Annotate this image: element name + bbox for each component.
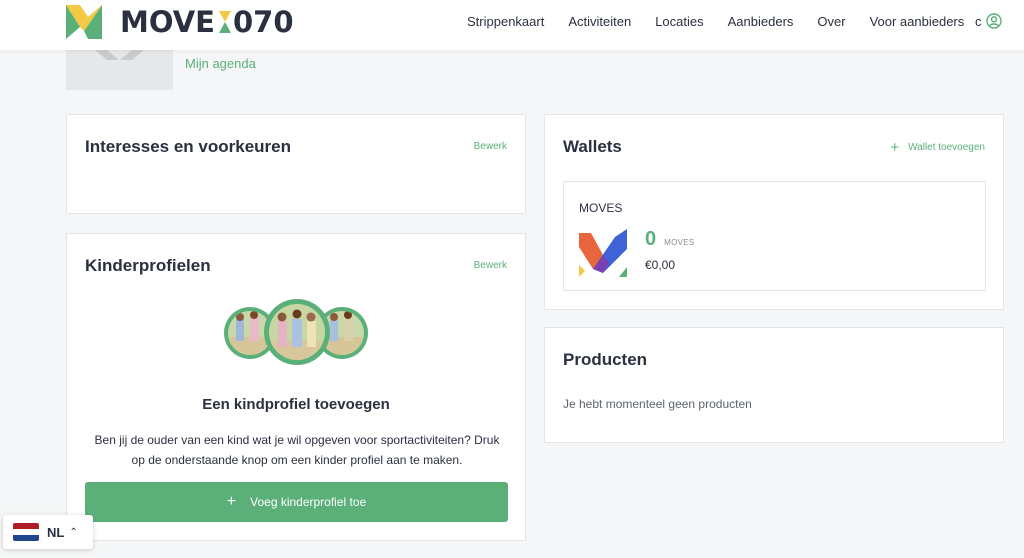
my-agenda-link[interactable]: Mijn agenda bbox=[185, 56, 256, 71]
interests-edit-link[interactable]: Bewerk bbox=[474, 141, 507, 152]
brand-logo[interactable]: MOVE 070 bbox=[66, 5, 294, 39]
user-initial: c bbox=[975, 13, 982, 29]
dutch-flag-icon bbox=[13, 523, 39, 541]
nav-item-aanbieders[interactable]: Aanbieders bbox=[728, 14, 794, 29]
language-switcher[interactable]: NL ⌃ bbox=[3, 515, 93, 549]
products-title: Producten bbox=[563, 350, 648, 369]
wallets-title: Wallets bbox=[563, 137, 622, 156]
wallet-balance: 0 MOVES bbox=[645, 228, 695, 251]
products-card: Producten Je hebt momenteel geen product… bbox=[544, 327, 1004, 443]
add-child-profile-heading: Een kindprofiel toevoegen bbox=[202, 396, 390, 413]
chevron-up-icon: ⌃ bbox=[69, 526, 78, 538]
children-edit-link[interactable]: Bewerk bbox=[474, 260, 507, 271]
add-child-profile-button[interactable]: + Voeg kinderprofiel toe bbox=[85, 482, 508, 522]
children-photo-illustration bbox=[224, 299, 368, 365]
user-circle-icon bbox=[985, 13, 1002, 29]
brand-name-right: 070 bbox=[233, 5, 294, 39]
flag-stripe-blue bbox=[13, 535, 39, 541]
wallet-item[interactable]: MOVES 0 MOVES €0,00 bbox=[563, 181, 986, 291]
children-title: Kinderprofielen bbox=[85, 256, 211, 275]
products-empty-message: Je hebt momenteel geen producten bbox=[563, 397, 752, 411]
wallet-name: MOVES bbox=[579, 201, 623, 215]
nav-item-strippenkaart[interactable]: Strippenkaart bbox=[467, 14, 544, 29]
main-nav: Strippenkaart Activiteiten Locaties Aanb… bbox=[467, 14, 988, 29]
plus-icon: + bbox=[226, 493, 237, 510]
avatar-logo-icon bbox=[95, 50, 144, 60]
wallet-balance-value: 0 bbox=[645, 228, 657, 250]
interests-card: Interesses en voorkeuren Bewerk bbox=[66, 114, 526, 214]
language-code: NL bbox=[47, 524, 65, 540]
wallet-euro-value: €0,00 bbox=[645, 258, 676, 272]
interests-title: Interesses en voorkeuren bbox=[85, 137, 291, 156]
add-wallet-link[interactable]: + Wallet toevoegen bbox=[890, 140, 985, 155]
add-child-profile-description: Ben jij de ouder van een kind wat je wil… bbox=[94, 433, 500, 467]
add-wallet-label: Wallet toevoegen bbox=[908, 142, 985, 153]
user-menu[interactable]: c bbox=[975, 13, 1002, 29]
wallet-balance-unit: MOVES bbox=[664, 238, 695, 247]
add-child-profile-button-label: Voeg kinderprofiel toe bbox=[250, 495, 367, 509]
brand-name-left: MOVE bbox=[120, 5, 215, 39]
children-profiles-card: Kinderprofielen Bewerk Een kindprofiel t… bbox=[66, 233, 526, 541]
wallets-card: Wallets + Wallet toevoegen MOVES 0 MOVES… bbox=[544, 114, 1004, 310]
top-header: MOVE 070 Strippenkaart Activiteiten Loca… bbox=[0, 0, 1024, 50]
nav-item-locaties[interactable]: Locaties bbox=[655, 14, 703, 29]
moves-wallet-logo-icon bbox=[579, 229, 627, 277]
nav-item-over[interactable]: Over bbox=[817, 14, 845, 29]
nav-item-voor-aanbieders[interactable]: Voor aanbieders bbox=[870, 14, 965, 29]
logo-separator-icon bbox=[219, 11, 231, 33]
plus-icon: + bbox=[890, 139, 900, 156]
nav-item-activiteiten[interactable]: Activiteiten bbox=[568, 14, 631, 29]
brand-wordmark: MOVE 070 bbox=[120, 5, 294, 39]
profile-avatar-placeholder bbox=[66, 50, 173, 90]
logo-mark-icon bbox=[66, 5, 102, 39]
